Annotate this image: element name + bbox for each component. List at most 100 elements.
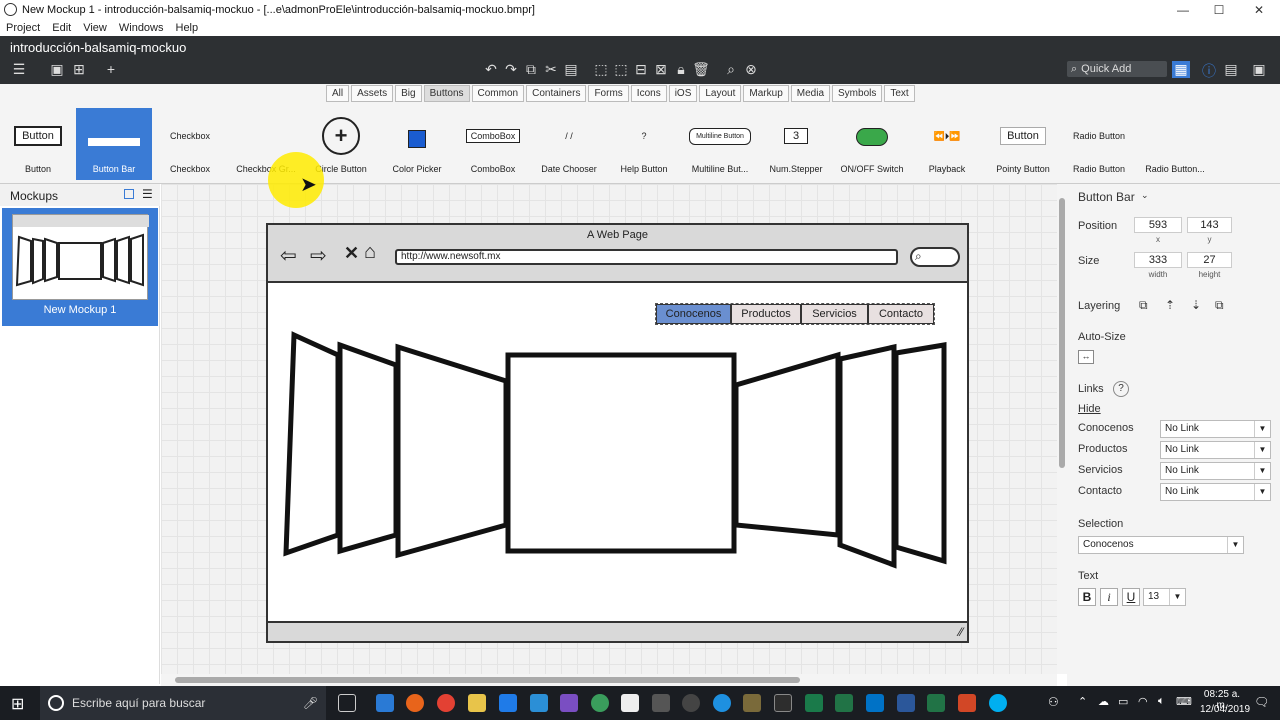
library-tab-ios[interactable]: iOS — [668, 85, 698, 102]
library-item-combobox[interactable]: ComboBox ComboBox — [455, 108, 531, 180]
library-item-checkbox[interactable]: Checkbox Checkbox — [152, 108, 228, 180]
link-select-contacto[interactable]: No Link ▼ — [1160, 483, 1271, 501]
library-item-button-bar[interactable]: Button Bar — [76, 108, 152, 180]
powerpoint-icon[interactable] — [958, 694, 976, 712]
link-select-conocenos[interactable]: No Link ▼ — [1160, 420, 1271, 438]
edge-icon[interactable] — [376, 694, 394, 712]
send-to-back-icon[interactable]: ⧉ — [1215, 298, 1224, 313]
project-icon[interactable] — [805, 694, 823, 712]
library-tab-media[interactable]: Media — [790, 85, 831, 102]
size-height-field[interactable]: 27 — [1187, 252, 1232, 268]
horizontal-scroll-thumb[interactable] — [175, 677, 800, 683]
chrome-icon[interactable] — [437, 694, 455, 712]
library-tab-icons[interactable]: Icons — [630, 85, 667, 102]
library-item-color-picker[interactable]: Color Picker — [379, 108, 455, 180]
link-select-productos[interactable]: No Link ▼ — [1160, 441, 1271, 459]
clock-date[interactable]: 12/04/2019 — [1200, 704, 1250, 715]
mockup-canvas[interactable]: A Web Page ⇦ ⇨ ✕ ⌂ http://www.newsoft.mx… — [161, 184, 1057, 674]
library-tab-text[interactable]: Text — [884, 85, 915, 102]
grid-view-icon[interactable]: ⊞ — [70, 61, 88, 78]
hide-links-link[interactable]: Hide — [1078, 403, 1101, 415]
nav-button-contacto[interactable]: Contacto — [868, 304, 934, 324]
autosize-horizontal-icon[interactable]: ↔ — [1078, 350, 1094, 364]
library-tab-big[interactable]: Big — [395, 85, 422, 102]
bring-forward-icon[interactable]: ⇡ — [1165, 298, 1175, 312]
library-tab-common[interactable]: Common — [471, 85, 525, 102]
notifications-icon[interactable]: 🗨︎ — [1254, 695, 1269, 709]
cut-icon[interactable]: ✂ — [542, 61, 560, 78]
file-explorer-icon[interactable] — [468, 694, 486, 712]
library-item-help-button[interactable]: ? Help Button — [606, 108, 682, 180]
library-item-date-chooser[interactable]: / / Date Chooser — [531, 108, 607, 180]
send-backward-icon[interactable]: ⇣ — [1191, 298, 1201, 312]
panel-view-icon[interactable] — [124, 189, 134, 199]
app-icon-3[interactable] — [652, 694, 670, 712]
outlook-icon[interactable] — [866, 694, 884, 712]
onedrive-icon[interactable]: ☁ — [1098, 695, 1109, 708]
app-icon[interactable] — [530, 694, 548, 712]
delete-icon[interactable]: 🗑︎ — [692, 61, 710, 78]
bold-button[interactable]: B — [1078, 588, 1096, 606]
skype-icon[interactable] — [989, 694, 1007, 712]
selection-select[interactable]: Conocenos ▼ — [1078, 536, 1244, 554]
library-tab-symbols[interactable]: Symbols — [832, 85, 883, 102]
search-icon[interactable]: ⌕ — [722, 61, 740, 78]
close-button[interactable]: ✕ — [1240, 0, 1278, 19]
panel-toggle-icon[interactable]: ▣ — [1250, 61, 1268, 78]
balsamiq-taskbar-icon[interactable] — [682, 694, 700, 712]
copy-icon[interactable]: ⧉ — [522, 61, 540, 78]
hamburger-menu-icon[interactable]: ☰ — [10, 61, 28, 78]
app-icon-4[interactable] — [743, 694, 761, 712]
align-icon[interactable]: ⊟ — [632, 61, 650, 78]
italic-button[interactable]: i — [1100, 588, 1118, 606]
add-mockup-icon[interactable]: + — [102, 61, 120, 77]
vertical-scroll-thumb[interactable] — [1059, 198, 1065, 468]
volume-icon[interactable]: 🔈︎ — [1158, 695, 1165, 708]
microphone-icon[interactable]: 🎤︎ — [303, 696, 318, 710]
library-item-pointy-button[interactable]: Button Pointy Button — [985, 108, 1061, 180]
position-x-field[interactable]: 593 — [1134, 217, 1182, 233]
mockup-thumbnail-item[interactable]: New Mockup 1 — [2, 208, 158, 326]
nav-button-productos[interactable]: Productos — [731, 304, 801, 324]
properties-icon[interactable]: ▤ — [1222, 61, 1240, 78]
library-item-num-stepper[interactable]: 3 Num.Stepper — [758, 108, 834, 180]
library-item-radio-button[interactable]: Radio Button... — [1137, 108, 1213, 180]
visual-studio-icon[interactable] — [560, 694, 578, 712]
quick-add-input[interactable]: ⌕ Quick Add — [1067, 61, 1167, 77]
library-item-button[interactable]: Button Button — [0, 108, 76, 180]
font-size-select[interactable]: 13 ▼ — [1143, 588, 1186, 606]
group-icon[interactable]: ⬚ — [592, 61, 610, 78]
app-icon-5[interactable] — [774, 694, 792, 712]
library-item-multiline-but[interactable]: Multiline Button Multiline But... — [682, 108, 758, 180]
dropbox-icon[interactable] — [499, 694, 517, 712]
panel-menu-icon[interactable]: ☰ — [142, 187, 153, 201]
links-help-icon[interactable]: ? — [1113, 381, 1129, 397]
link-select-servicios[interactable]: No Link ▼ — [1160, 462, 1271, 480]
undo-icon[interactable]: ↶ — [482, 61, 500, 78]
library-tab-assets[interactable]: Assets — [351, 85, 394, 102]
library-tab-layout[interactable]: Layout — [699, 85, 742, 102]
library-item-playback[interactable]: ⏪⏵⏩ Playback — [909, 108, 985, 180]
lock-icon[interactable]: 🔒︎ — [672, 61, 690, 78]
library-tab-containers[interactable]: Containers — [526, 85, 587, 102]
library-item-on-off-switch[interactable]: ON/OFF Switch — [834, 108, 910, 180]
library-tab-all[interactable]: All — [326, 85, 350, 102]
library-item-radio-button[interactable]: Radio Button Radio Button — [1061, 108, 1137, 180]
library-tab-markup[interactable]: Markup — [743, 85, 789, 102]
info-icon[interactable]: ⓘ — [1200, 61, 1218, 81]
internet-explorer-icon[interactable] — [713, 694, 731, 712]
firefox-icon[interactable] — [406, 694, 424, 712]
fullscreen-icon[interactable]: ⊗ — [742, 61, 760, 78]
menu-view[interactable]: View — [83, 22, 107, 34]
minimize-button[interactable]: — — [1164, 0, 1202, 19]
chevron-down-icon[interactable]: ⌄ — [1141, 190, 1149, 201]
position-y-field[interactable]: 143 — [1187, 217, 1232, 233]
windows-start-icon[interactable]: ⊞ — [11, 694, 24, 714]
button-bar-mockup[interactable]: Conocenos Productos Servicios Contacto — [655, 303, 935, 325]
people-icon[interactable]: ⚇ — [1048, 695, 1059, 709]
menu-help[interactable]: Help — [176, 22, 199, 34]
task-view-icon[interactable] — [338, 694, 356, 712]
ui-library-icon[interactable]: ▦ — [1172, 61, 1190, 78]
excel-icon-2[interactable] — [927, 694, 945, 712]
redo-icon[interactable]: ↷ — [502, 61, 520, 78]
